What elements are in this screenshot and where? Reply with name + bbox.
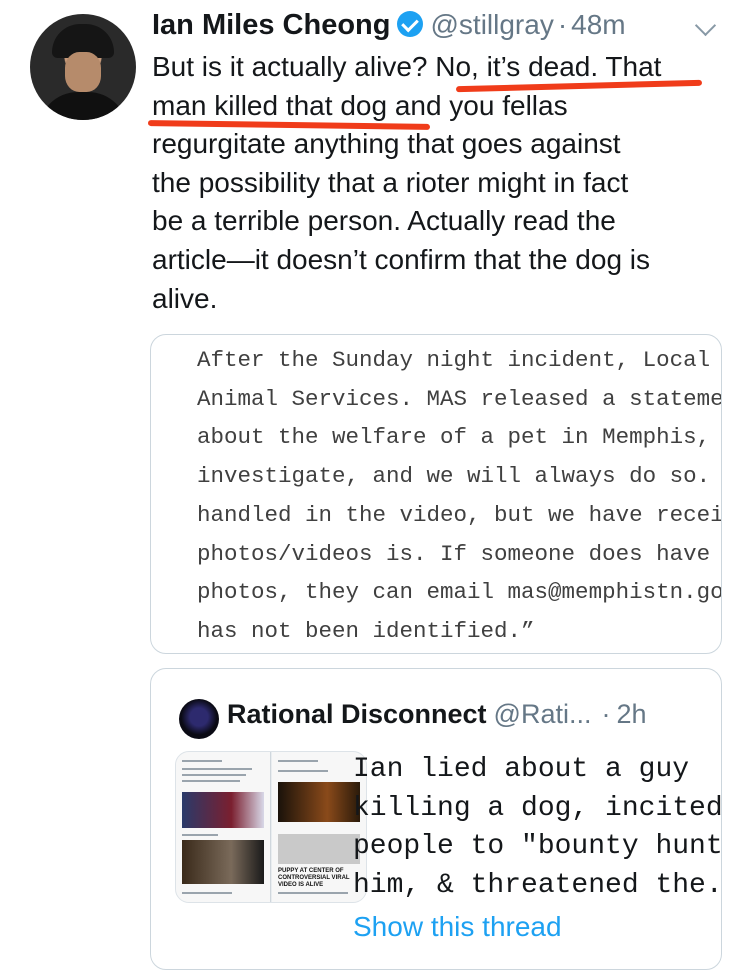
tweet-timestamp[interactable]: 48m (571, 9, 625, 41)
quoted-author-avatar[interactable] (179, 699, 219, 739)
thumbnail-right-panel: PUPPY AT CENTER OF CONTROVERSIAL VIRAL V… (272, 752, 366, 902)
mini-photo (278, 834, 360, 864)
mini-text-line (182, 768, 252, 770)
mini-photo (182, 792, 264, 828)
tweet-text: But is it actually alive? No, it’s dead.… (152, 51, 662, 314)
quoted-tweet-header: Rational Disconnect @Rati... · 2h (227, 699, 647, 730)
author-name[interactable]: Ian Miles Cheong (152, 9, 390, 42)
author-handle[interactable]: @stillgray (430, 9, 553, 41)
show-thread-link[interactable]: Show this thread (353, 911, 562, 943)
article-excerpt-text: After the Sunday night incident, Local 2… (197, 347, 722, 644)
quoted-tweet-thumbnail[interactable]: PUPPY AT CENTER OF CONTROVERSIAL VIRAL V… (175, 751, 367, 903)
mini-text-line (182, 780, 240, 782)
mini-text-line (278, 892, 348, 894)
thumbnail-headline: PUPPY AT CENTER OF CONTROVERSIAL VIRAL V… (278, 868, 350, 888)
chevron-down-icon[interactable] (694, 14, 717, 37)
thumbnail-left-panel (176, 752, 271, 902)
mini-text-line (182, 834, 218, 836)
quoted-author-handle[interactable]: @Rati... (494, 699, 592, 730)
avatar-face (65, 52, 101, 92)
mini-photo (278, 782, 360, 822)
mini-text-line (182, 760, 222, 762)
mini-text-line (182, 892, 232, 894)
mini-text-line (278, 760, 318, 762)
quoted-header-separator: · (601, 699, 611, 729)
mini-photo (182, 840, 264, 884)
avatar-shirt (38, 92, 128, 120)
tweet-header: Ian Miles Cheong @stillgray · 48m (152, 8, 626, 50)
quoted-tweet-text: Ian lied about a guy killing a dog, inci… (353, 754, 722, 901)
author-avatar[interactable] (30, 14, 136, 120)
mini-text-line (278, 770, 328, 772)
article-screenshot[interactable]: After the Sunday night incident, Local 2… (150, 334, 722, 654)
verified-badge-icon (397, 11, 424, 37)
quoted-tweet[interactable]: Rational Disconnect @Rati... · 2h PUPPY … (150, 668, 722, 970)
quoted-author-name[interactable]: Rational Disconnect (227, 699, 487, 730)
quoted-tweet-timestamp[interactable]: 2h (616, 699, 646, 730)
mini-text-line (182, 774, 246, 776)
header-separator: · (557, 9, 568, 40)
